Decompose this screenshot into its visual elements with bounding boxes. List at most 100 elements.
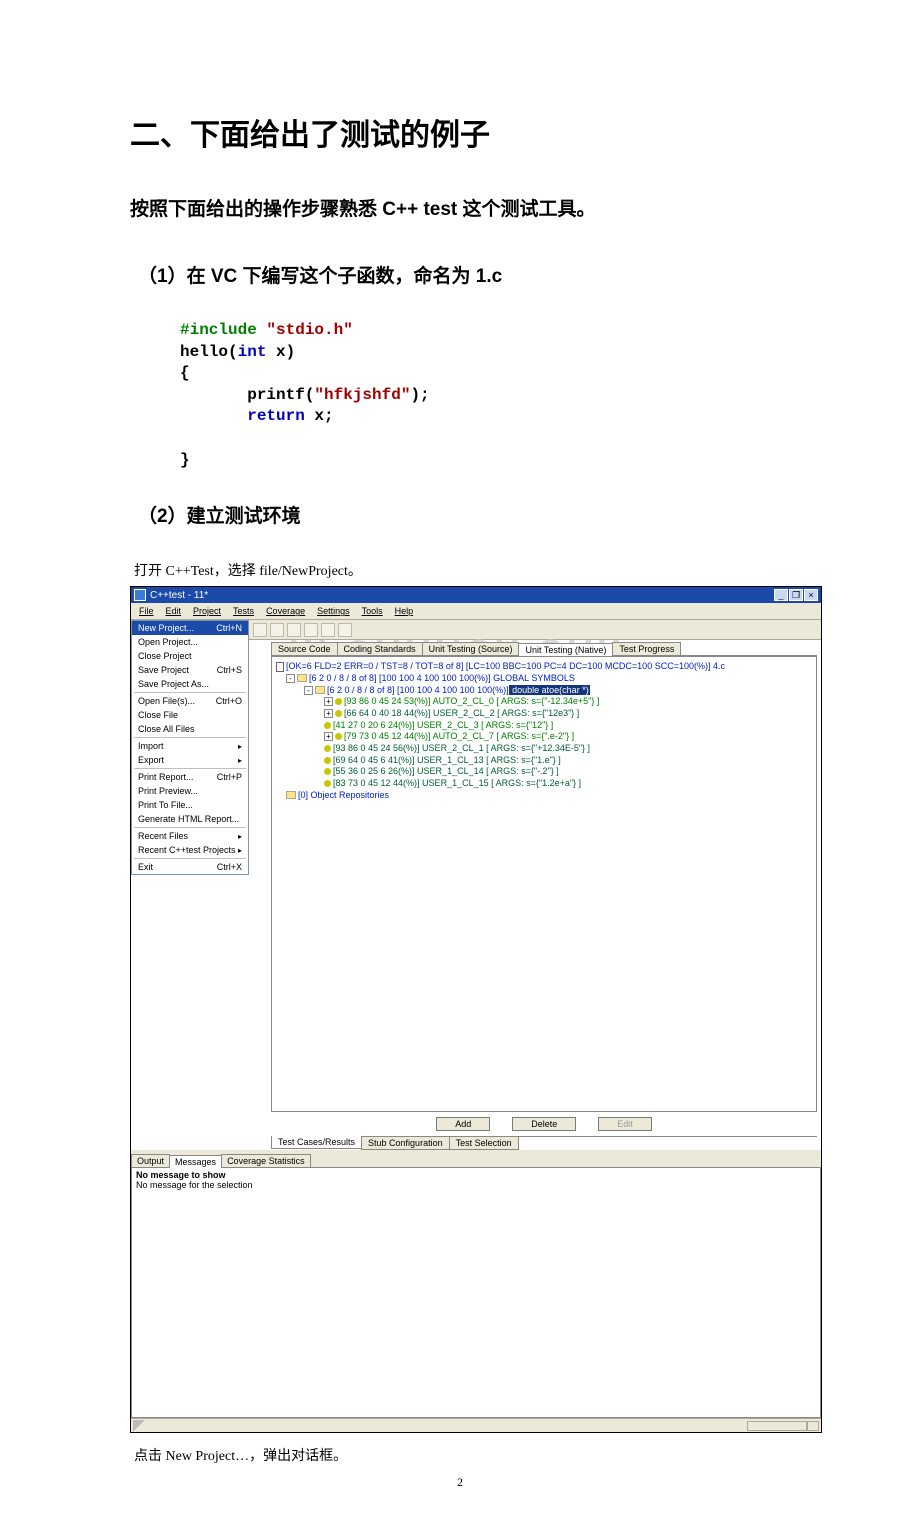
menu-item-generate-html-report[interactable]: Generate HTML Report... [132, 812, 248, 826]
status-dot-icon [324, 768, 331, 775]
menu-settings[interactable]: Settings [313, 605, 354, 617]
menu-item-save-project[interactable]: Save ProjectCtrl+S [132, 663, 248, 677]
menu-item-close-file[interactable]: Close File [132, 708, 248, 722]
menu-project[interactable]: Project [189, 605, 225, 617]
tree-leaf[interactable]: [79 73 0 45 12 44(%)] AUTO_2_CL_7 [ ARGS… [344, 731, 574, 741]
file-icon [276, 662, 284, 672]
folder-icon [286, 791, 296, 799]
maximize-button[interactable]: ❐ [789, 589, 803, 601]
status-dot-icon [324, 757, 331, 764]
menu-separator [134, 768, 246, 769]
statusbar [131, 1418, 821, 1432]
page-number: 2 [130, 1475, 790, 1490]
step-2-title: （2）建立测试环境 [138, 501, 790, 528]
delete-button[interactable]: Delete [512, 1117, 576, 1131]
test-tree[interactable]: [OK=6 FLD=2 ERR=0 / TST=8 / TOT=8 of 8] … [271, 656, 817, 1112]
tree-node[interactable]: [0] Object Repositories [298, 790, 389, 800]
toolbar-button[interactable] [321, 623, 335, 637]
menu-item-print-report[interactable]: Print Report...Ctrl+P [132, 770, 248, 784]
expand-icon[interactable]: + [324, 709, 333, 718]
menu-coverage[interactable]: Coverage [262, 605, 309, 617]
tree-leaf[interactable]: [41 27 0 20 6 24(%)] USER_2_CL_3 [ ARGS:… [333, 720, 553, 730]
tab-source-code[interactable]: Source Code [271, 642, 338, 655]
messages-line-1: No message to show [136, 1170, 816, 1180]
heading-1: 二、下面给出了测试的例子 [130, 110, 790, 154]
status-dot-icon [324, 745, 331, 752]
tab-unit-testing-source[interactable]: Unit Testing (Source) [422, 642, 520, 655]
status-cell [747, 1421, 807, 1431]
tab-test-selection[interactable]: Test Selection [449, 1137, 519, 1150]
menu-item-exit[interactable]: ExitCtrl+X [132, 860, 248, 874]
menu-item-export[interactable]: Export [132, 753, 248, 767]
tab-output[interactable]: Output [131, 1154, 170, 1167]
menu-edit[interactable]: Edit [162, 605, 186, 617]
status-dot-icon [335, 698, 342, 705]
menu-item-close-project[interactable]: Close Project [132, 649, 248, 663]
toolbar-button[interactable] [270, 623, 284, 637]
menu-tools[interactable]: Tools [358, 605, 387, 617]
menu-item-recent-projects[interactable]: Recent C++test Projects [132, 843, 248, 857]
tab-test-progress[interactable]: Test Progress [612, 642, 681, 655]
folder-icon [315, 686, 325, 694]
menu-item-recent-files[interactable]: Recent Files [132, 829, 248, 843]
tab-unit-testing-native[interactable]: Unit Testing (Native) [518, 643, 613, 656]
code-string: "hfkjshfd" [314, 386, 410, 404]
submenu-arrow-icon [238, 741, 242, 751]
menu-tests[interactable]: Tests [229, 605, 258, 617]
tree-leaf[interactable]: [66 64 0 40 18 44(%)] USER_2_CL_2 [ ARGS… [344, 708, 579, 718]
tab-coverage-statistics[interactable]: Coverage Statistics [221, 1154, 311, 1167]
code-block: #include "stdio.h" hello(int x) { printf… [180, 320, 790, 471]
expand-icon[interactable]: - [286, 674, 295, 683]
tabs-bottom: Test Cases/Results Stub Configuration Te… [271, 1136, 817, 1150]
submenu-arrow-icon [238, 845, 242, 855]
menu-item-import[interactable]: Import [132, 739, 248, 753]
tree-root[interactable]: [OK=6 FLD=2 ERR=0 / TST=8 / TOT=8 of 8] … [286, 661, 725, 671]
tree-node[interactable]: [6 2 0 / 8 / 8 of 8] [100 100 4 100 100 … [309, 673, 575, 683]
menu-item-new-project[interactable]: New Project...Ctrl+N [132, 621, 248, 635]
expand-icon[interactable]: + [324, 732, 333, 741]
toolbar-button[interactable] [287, 623, 301, 637]
expand-icon[interactable]: - [304, 686, 313, 695]
window-title: C++test - 11* [150, 590, 208, 601]
tab-coding-standards[interactable]: Coding Standards [337, 642, 423, 655]
code-type-keyword: int [238, 343, 267, 361]
code-return-keyword: return [247, 407, 305, 425]
menu-separator [134, 858, 246, 859]
code-text: { [180, 364, 190, 382]
close-button[interactable]: × [804, 589, 818, 601]
folder-icon [297, 674, 307, 682]
tree-node[interactable]: [6 2 0 / 8 / 8 of 8] [100 100 4 100 100 … [327, 685, 509, 695]
status-dot-icon [335, 710, 342, 717]
menu-item-print-to-file[interactable]: Print To File... [132, 798, 248, 812]
expand-icon[interactable]: + [324, 697, 333, 706]
lower-panel: Output Messages Coverage Statistics No m… [131, 1150, 821, 1418]
menu-help[interactable]: Help [391, 605, 418, 617]
tab-test-cases-results[interactable]: Test Cases/Results [271, 1136, 362, 1149]
menu-item-open-files[interactable]: Open File(s)...Ctrl+O [132, 694, 248, 708]
add-button[interactable]: Add [436, 1117, 490, 1131]
code-include-path: "stdio.h" [257, 321, 353, 339]
menu-separator [134, 692, 246, 693]
tab-stub-configuration[interactable]: Stub Configuration [361, 1137, 450, 1150]
menu-item-save-project-as[interactable]: Save Project As... [132, 677, 248, 691]
tree-node-selected[interactable]: double atoe(char *) [509, 685, 590, 695]
tree-leaf[interactable]: [93 86 0 45 24 56(%)] USER_2_CL_1 [ ARGS… [333, 743, 590, 753]
edit-button: Edit [598, 1117, 652, 1131]
toolbar-button[interactable] [338, 623, 352, 637]
status-grip-icon [133, 1420, 145, 1432]
menu-item-close-all-files[interactable]: Close All Files [132, 722, 248, 736]
menu-file[interactable]: File [135, 605, 158, 617]
menu-item-print-preview[interactable]: Print Preview... [132, 784, 248, 798]
tree-leaf[interactable]: [69 64 0 45 6 41(%)] USER_1_CL_13 [ ARGS… [333, 755, 561, 765]
file-menu-dropdown: New Project...Ctrl+N Open Project... Clo… [131, 620, 249, 875]
tree-leaf[interactable]: [55 36 0 25 6 26(%)] USER_1_CL_14 [ ARGS… [333, 766, 559, 776]
tree-leaf[interactable]: [83 73 0 45 12 44(%)] USER_1_CL_15 [ ARG… [333, 778, 581, 788]
tree-leaf[interactable]: [93 86 0 45 24 53(%)] AUTO_2_CL_0 [ ARGS… [344, 696, 599, 706]
status-dot-icon [324, 722, 331, 729]
minimize-button[interactable]: _ [774, 589, 788, 601]
toolbar-button[interactable] [304, 623, 318, 637]
tab-messages[interactable]: Messages [169, 1155, 222, 1168]
code-text: printf( [180, 386, 314, 404]
toolbar-button[interactable] [253, 623, 267, 637]
menu-item-open-project[interactable]: Open Project... [132, 635, 248, 649]
